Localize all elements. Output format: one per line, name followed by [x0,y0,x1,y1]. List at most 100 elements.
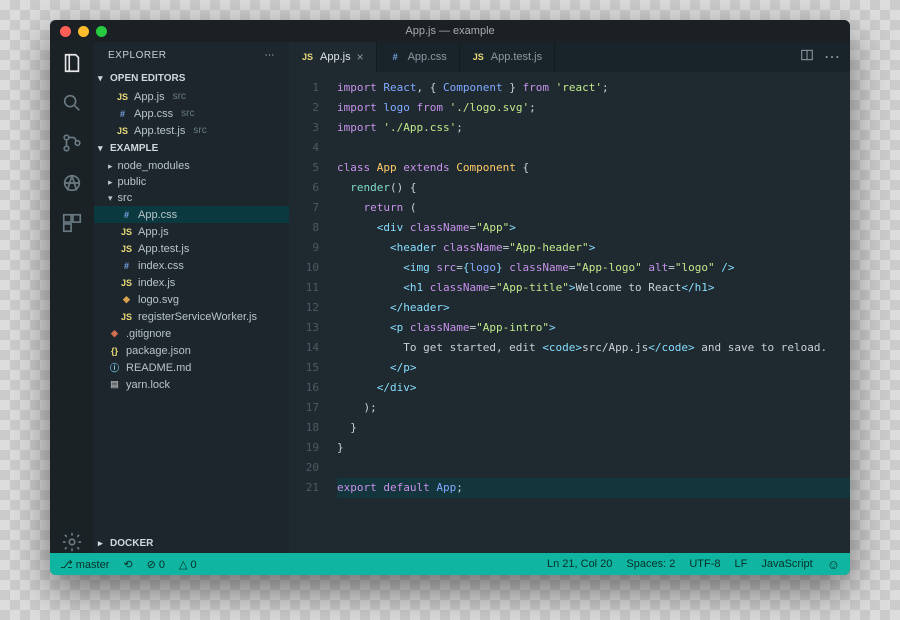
tree-item[interactable]: ▤yarn.lock [94,376,289,393]
eol[interactable]: LF [735,558,748,570]
indentation[interactable]: Spaces: 2 [626,558,675,570]
line-gutter: 123456789101112131415161718192021 [289,72,329,553]
cursor-position[interactable]: Ln 21, Col 20 [547,558,612,570]
tree-item[interactable]: JSApp.js [94,223,289,240]
settings-icon[interactable] [61,531,83,553]
editor-tab[interactable]: #App.css [377,42,460,72]
tree-item[interactable]: JSApp.test.js [94,240,289,257]
code-line[interactable]: return ( [337,198,850,218]
code-line[interactable]: import React, { Component } from 'react'… [337,78,850,98]
file-name: package.json [126,345,191,357]
close-tab-icon[interactable]: × [357,50,364,64]
code-line[interactable] [337,458,850,478]
tab-label: App.js [320,51,351,63]
warnings-count[interactable]: △ 0 [179,558,197,571]
code-line[interactable]: <header className="App-header"> [337,238,850,258]
code-line[interactable]: render() { [337,178,850,198]
tree-item[interactable]: JSregisterServiceWorker.js [94,308,289,325]
explorer-icon[interactable] [61,52,83,74]
errors-count[interactable]: ⊘ 0 [147,558,165,571]
editor-area: JSApp.js×#App.cssJSApp.test.js ⋯ 1234567… [289,42,850,553]
code-line[interactable]: <div className="App"> [337,218,850,238]
line-number: 10 [289,258,319,278]
tree-item[interactable]: ▸node_modules [94,158,289,174]
line-number: 17 [289,398,319,418]
line-number: 20 [289,458,319,478]
code-line[interactable]: </p> [337,358,850,378]
window-controls [60,26,107,37]
tree-item[interactable]: ⓘREADME.md [94,359,289,376]
tree-item[interactable]: ▾src [94,190,289,206]
more-actions-icon[interactable]: ⋯ [824,47,840,67]
line-number: 3 [289,118,319,138]
code-line[interactable]: </div> [337,378,850,398]
code-line[interactable]: import './App.css'; [337,118,850,138]
code-line[interactable]: import logo from './logo.svg'; [337,98,850,118]
file-name: App.js [138,226,169,238]
search-icon[interactable] [61,92,83,114]
file-name: registerServiceWorker.js [138,311,257,323]
debug-icon[interactable] [61,172,83,194]
window-title: App.js — example [405,25,494,37]
code-line[interactable]: <h1 className="App-title">Welcome to Rea… [337,278,850,298]
source-control-icon[interactable] [61,132,83,154]
encoding[interactable]: UTF-8 [689,558,720,570]
line-number: 8 [289,218,319,238]
sidebar-more-icon[interactable]: ⋯ [265,50,276,61]
file-name: public [118,176,147,188]
line-number: 16 [289,378,319,398]
tree-item[interactable]: #index.css [94,257,289,274]
git-branch[interactable]: ⎇ master [60,558,109,571]
file-name: .gitignore [126,328,171,340]
tree-item[interactable]: {}package.json [94,342,289,359]
line-number: 4 [289,138,319,158]
editor-tab[interactable]: JSApp.js× [289,42,377,72]
open-editors-header[interactable]: ▾OPEN EDITORS [94,69,289,88]
line-number: 11 [289,278,319,298]
file-name: App.test.js [138,243,189,255]
line-number: 19 [289,438,319,458]
file-name: App.css [138,209,177,221]
tree-item[interactable]: JSindex.js [94,274,289,291]
open-editor-item[interactable]: #App.csssrc [94,105,289,122]
language-mode[interactable]: JavaScript [761,558,812,570]
line-number: 2 [289,98,319,118]
tree-item[interactable]: ▸public [94,174,289,190]
line-number: 15 [289,358,319,378]
tree-item[interactable]: #App.css [94,206,289,223]
code-line[interactable]: } [337,418,850,438]
open-editor-item[interactable]: JSApp.test.jssrc [94,122,289,139]
line-number: 13 [289,318,319,338]
editor-window: App.js — example EXPLORER ⋯ ▾OPEN EDITOR… [50,20,850,575]
feedback-icon[interactable]: ☺ [827,557,840,572]
split-editor-icon[interactable] [800,48,814,67]
code-lines[interactable]: import React, { Component } from 'react'… [329,72,850,553]
code-editor[interactable]: 123456789101112131415161718192021 import… [289,72,850,553]
code-line[interactable]: export default App; [337,478,850,498]
code-line[interactable]: <img src={logo} className="App-logo" alt… [337,258,850,278]
close-window-button[interactable] [60,26,71,37]
zoom-window-button[interactable] [96,26,107,37]
sync-icon[interactable]: ⟲ [123,558,132,571]
tab-label: App.test.js [491,51,542,63]
code-line[interactable]: <p className="App-intro"> [337,318,850,338]
code-line[interactable]: To get started, edit <code>src/App.js</c… [337,338,850,358]
minimize-window-button[interactable] [78,26,89,37]
extensions-icon[interactable] [61,212,83,234]
tree-item[interactable]: ◆logo.svg [94,291,289,308]
open-editor-item[interactable]: JSApp.jssrc [94,88,289,105]
activity-bar [50,42,94,553]
editor-tab[interactable]: JSApp.test.js [460,42,555,72]
tree-item[interactable]: ◆.gitignore [94,325,289,342]
code-line[interactable] [337,138,850,158]
code-line[interactable]: } [337,438,850,458]
code-line[interactable]: class App extends Component { [337,158,850,178]
project-header[interactable]: ▾EXAMPLE [94,139,289,158]
code-line[interactable]: ); [337,398,850,418]
code-line[interactable]: </header> [337,298,850,318]
file-path-hint: src [193,125,206,136]
line-number: 21 [289,478,319,498]
docker-header[interactable]: ▸DOCKER [94,534,289,553]
sidebar-title: EXPLORER ⋯ [94,42,289,69]
status-bar: ⎇ master ⟲ ⊘ 0 △ 0 Ln 21, Col 20 Spaces:… [50,553,850,575]
